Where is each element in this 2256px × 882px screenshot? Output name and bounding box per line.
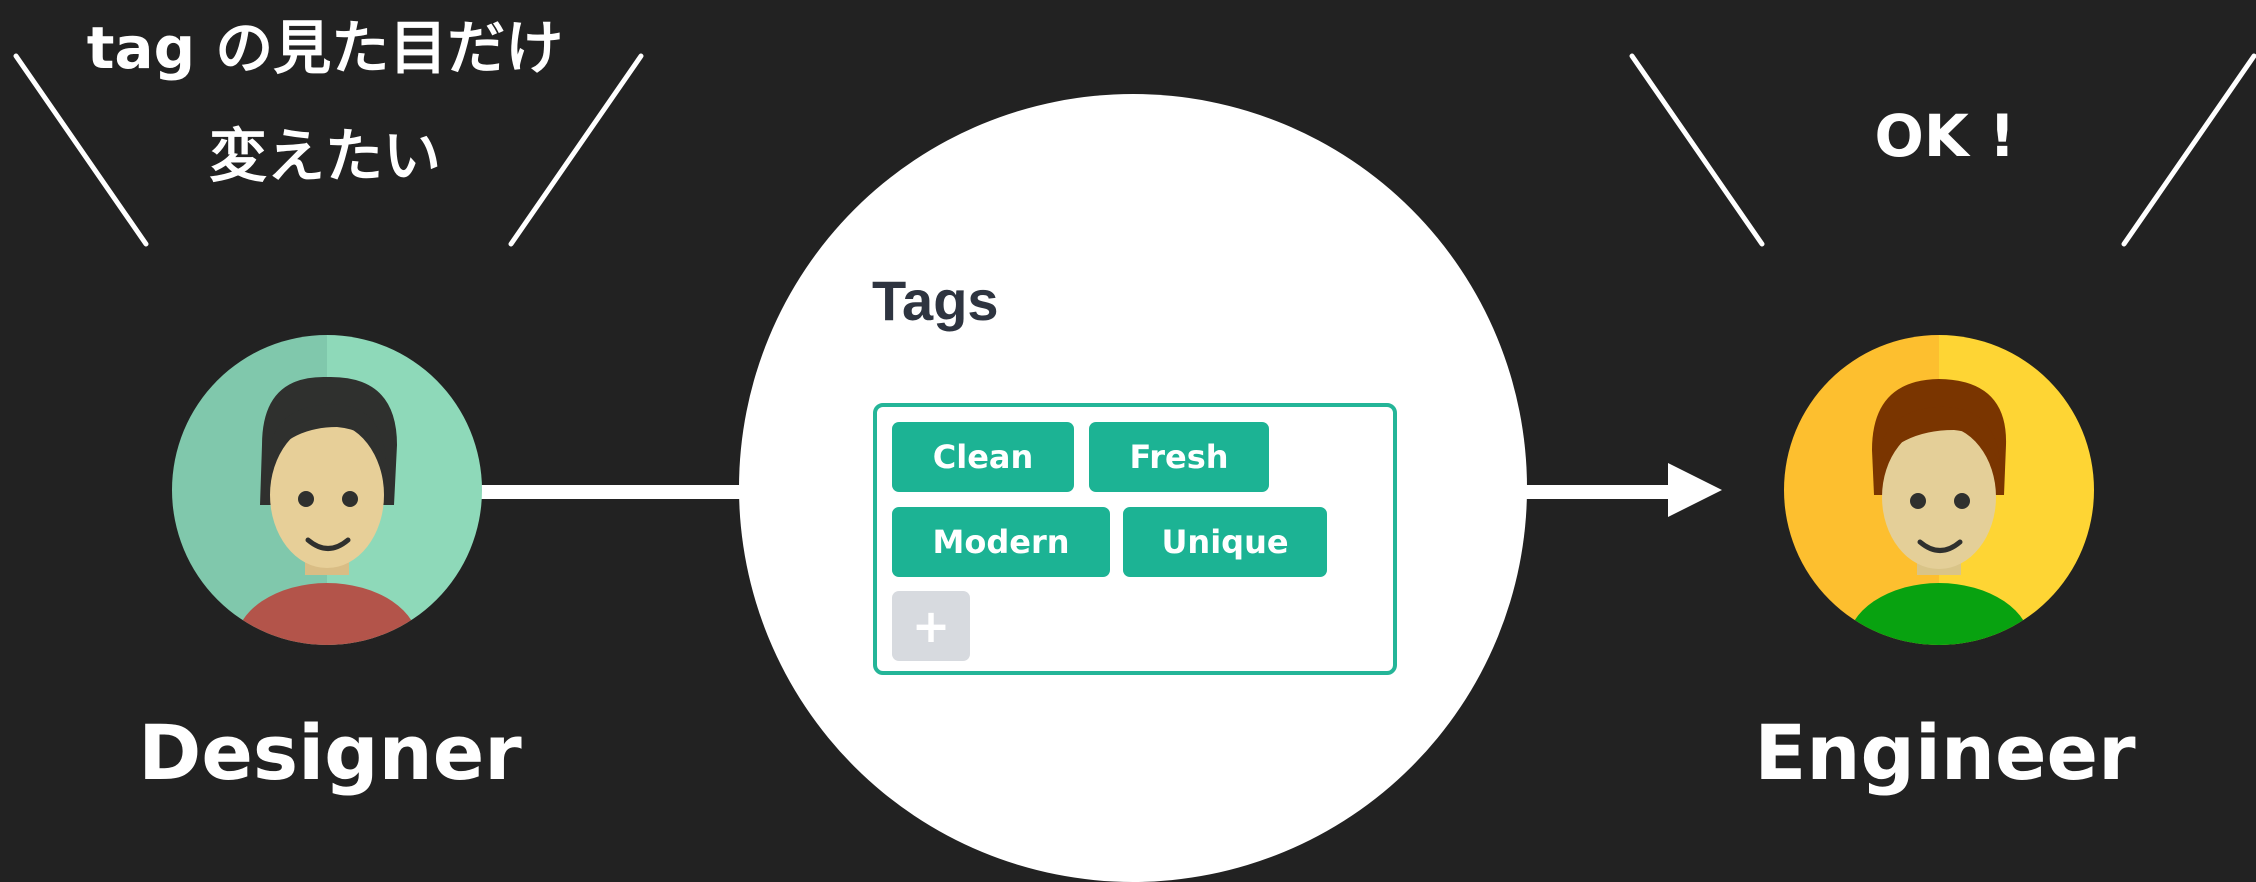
arrow-right-icon (1668, 463, 1722, 517)
engineer-label: Engineer (1754, 708, 2136, 797)
tags-title: Tags (872, 269, 999, 332)
tag-chip-clean[interactable]: Clean (892, 422, 1074, 492)
engineer-speech-right-line (2121, 53, 2256, 247)
engineer-avatar-icon (1784, 335, 2094, 645)
designer-label: Designer (138, 708, 522, 797)
tag-chip-modern[interactable]: Modern (892, 507, 1110, 577)
tag-chip-fresh[interactable]: Fresh (1089, 422, 1269, 492)
plus-icon: + (911, 599, 951, 653)
designer-speech-line2: 変えたい (208, 122, 441, 190)
add-tag-button[interactable]: + (892, 591, 970, 661)
designer-avatar-icon (172, 335, 482, 645)
engineer-speech-left-line (1629, 53, 1765, 247)
engineer-speech: OK ! (1874, 102, 2016, 170)
tag-chip-unique[interactable]: Unique (1123, 507, 1327, 577)
designer-speech-line1: tag の見た目だけ (86, 14, 564, 82)
